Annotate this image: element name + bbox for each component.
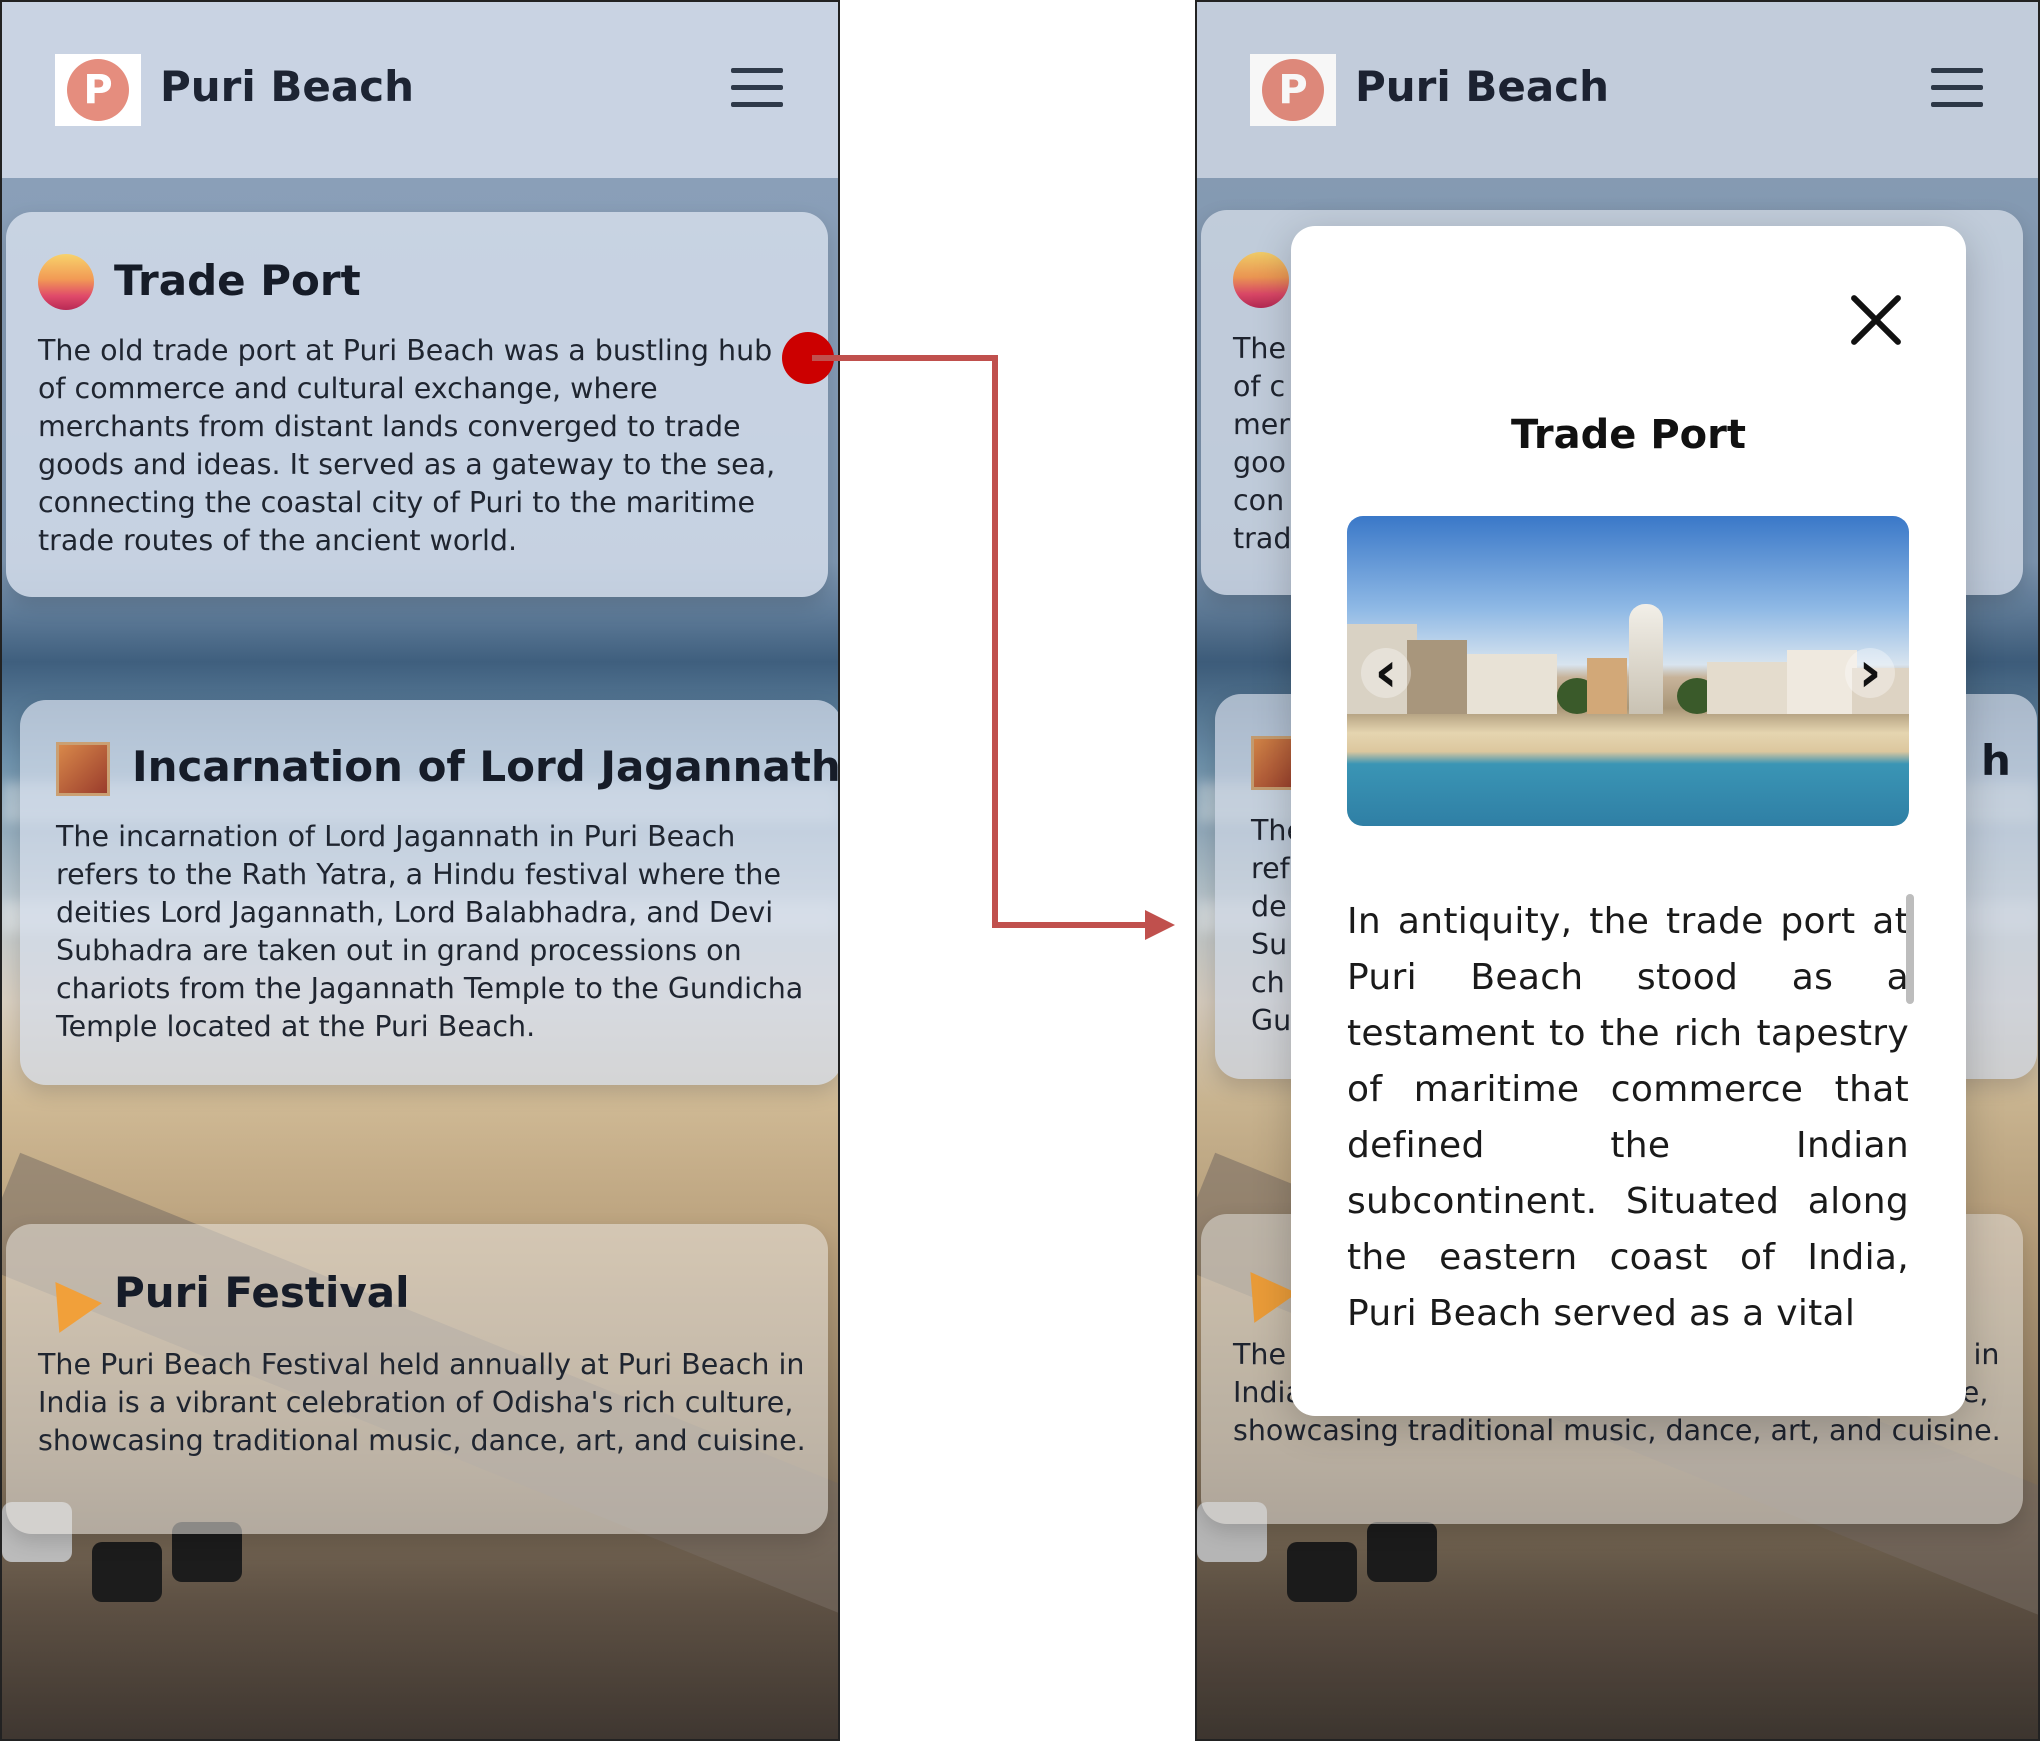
card-puri-festival[interactable]: Puri Festival The Puri Beach Festival he…: [6, 1224, 828, 1534]
sunset-icon: [38, 254, 94, 310]
card-jagannath[interactable]: Incarnation of Lord Jagannath The incarn…: [20, 700, 840, 1085]
kite-icon: [34, 1267, 102, 1333]
phone-screen-list: P Puri Beach Trade Port The old trade po…: [0, 0, 840, 1741]
card-trade-port[interactable]: Trade Port The old trade port at Puri Be…: [6, 212, 828, 597]
phone-screen-modal: P Puri Beach The of c mer goo con trad h…: [1195, 0, 2040, 1741]
card-body: The old trade port at Puri Beach was a b…: [38, 334, 776, 557]
app-title: Puri Beach: [160, 62, 415, 111]
chevron-left-icon[interactable]: ‹: [1361, 645, 1411, 701]
modal-description: In antiquity, the trade port at Puri Bea…: [1347, 901, 1909, 1334]
modal-title: Trade Port: [1511, 412, 1746, 458]
app-logo[interactable]: P: [55, 54, 141, 126]
app-header: P Puri Beach: [2, 2, 838, 178]
hamburger-menu-icon[interactable]: [731, 68, 783, 112]
temple-spire: [1629, 604, 1663, 714]
close-icon[interactable]: [1848, 292, 1904, 348]
image-carousel[interactable]: ‹ ›: [1347, 516, 1909, 826]
temple-icon: [56, 742, 110, 796]
chevron-right-icon[interactable]: ›: [1845, 645, 1895, 701]
arrow-head: [1145, 910, 1175, 940]
logo-letter: P: [67, 59, 129, 121]
connector-line: [812, 355, 1150, 928]
card-body: The Puri Beach Festival held annually at…: [38, 1348, 806, 1457]
scrollbar[interactable]: [1906, 894, 1914, 1004]
detail-modal: Trade Port ‹ › In antiquity, the trade p…: [1291, 226, 1966, 1416]
card-body: The incarnation of Lord Jagannath in Pur…: [56, 820, 804, 1043]
card-title: Incarnation of Lord Jagannath: [132, 742, 840, 791]
card-title: Puri Festival: [114, 1268, 410, 1317]
card-title: Trade Port: [114, 256, 361, 305]
